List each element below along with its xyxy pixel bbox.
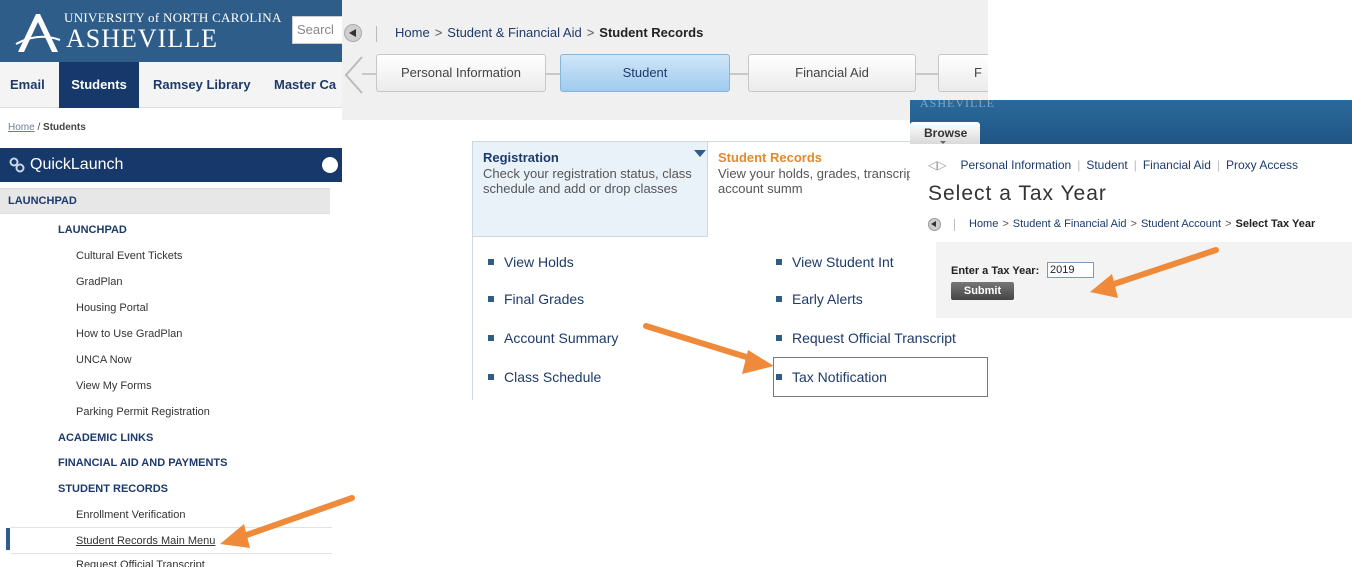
link-unca-now[interactable]: UNCA Now bbox=[76, 354, 132, 366]
nav-master-calendar[interactable]: Master Ca bbox=[274, 62, 336, 108]
header-logo-ghost: ASHEVILLE bbox=[920, 100, 995, 110]
breadcrumb-current: Student Records bbox=[599, 25, 704, 40]
portal-panel: UNIVERSITY of NORTH CAROLINA ASHEVILLE S… bbox=[0, 0, 342, 567]
tab-student[interactable]: Student bbox=[560, 54, 730, 92]
portal-banner: UNIVERSITY of NORTH CAROLINA ASHEVILLE S… bbox=[0, 0, 342, 62]
breadcrumb-student-financial-aid[interactable]: Student & Financial Aid bbox=[447, 25, 581, 40]
link-housing-portal[interactable]: Housing Portal bbox=[76, 302, 148, 314]
logo-line2: ASHEVILLE bbox=[66, 24, 218, 53]
search-input[interactable]: Searcl bbox=[292, 16, 342, 44]
menu-final-grades[interactable]: Final Grades bbox=[474, 291, 584, 307]
breadcrumb-home-link[interactable]: Home bbox=[969, 218, 998, 230]
tab-arrows-icon[interactable]: ◁▷ bbox=[928, 158, 946, 172]
records-breadcrumb: Home > Student & Financial Aid > Student Rec… bbox=[395, 25, 703, 40]
browse-button[interactable]: Browse bbox=[910, 122, 980, 144]
menu-view-student-info[interactable]: View Student Int bbox=[762, 254, 894, 270]
tab-link-personal-information[interactable]: Personal Information bbox=[960, 158, 1071, 172]
tab-financial-aid[interactable]: Financial Aid bbox=[748, 54, 916, 92]
link-student-records-main-menu[interactable]: Student Records Main Menu bbox=[76, 535, 215, 547]
breadcrumb-home-link[interactable]: Home bbox=[8, 122, 35, 133]
quicklaunch-title: QuickLaunch bbox=[30, 156, 124, 173]
row-divider bbox=[10, 527, 332, 528]
registration-desc: Check your registration status, class sc… bbox=[483, 166, 692, 196]
tax-year-form: Enter a Tax Year: Submit bbox=[936, 242, 1352, 318]
menu-early-alerts[interactable]: Early Alerts bbox=[762, 291, 863, 307]
portal-breadcrumb: Home / Students bbox=[8, 122, 86, 133]
nav-ramsey-library[interactable]: Ramsey Library bbox=[153, 62, 251, 108]
submit-button[interactable]: Submit bbox=[951, 282, 1014, 300]
link-request-official-transcript[interactable]: Request Official Transcript bbox=[76, 559, 205, 567]
logo-mark-icon bbox=[15, 14, 61, 52]
launchpad-header[interactable]: LAUNCHPAD bbox=[0, 188, 330, 214]
section-financial-aid[interactable]: FINANCIAL AID AND PAYMENTS bbox=[58, 457, 228, 469]
tax-breadcrumb: Home > Student & Financial Aid > Student Acc… bbox=[969, 218, 1315, 230]
page-title: Select a Tax Year bbox=[928, 182, 1107, 205]
breadcrumb-student-account[interactable]: Student Account bbox=[1141, 218, 1221, 230]
breadcrumb-separator: > bbox=[434, 25, 443, 40]
menu-account-summary[interactable]: Account Summary bbox=[474, 330, 618, 346]
tab-personal-information[interactable]: Personal Information bbox=[376, 54, 546, 92]
breadcrumb-separator: > bbox=[1225, 218, 1232, 230]
portal-nav: Email Students Ramsey Library Master Ca bbox=[0, 62, 342, 108]
breadcrumb-divider bbox=[954, 219, 955, 231]
back-arrow-icon[interactable] bbox=[928, 218, 941, 231]
breadcrumb-separator: > bbox=[1002, 218, 1009, 230]
link-chain-icon bbox=[9, 157, 25, 173]
menu-class-schedule[interactable]: Class Schedule bbox=[474, 369, 601, 385]
nav-email[interactable]: Email bbox=[10, 62, 45, 108]
breadcrumb-student-financial-aid[interactable]: Student & Financial Aid bbox=[1013, 218, 1127, 230]
tax-year-input[interactable] bbox=[1047, 262, 1094, 278]
breadcrumb-home-link[interactable]: Home bbox=[395, 25, 430, 40]
breadcrumb-current: Select Tax Year bbox=[1235, 218, 1316, 230]
link-gradplan[interactable]: GradPlan bbox=[76, 276, 122, 288]
breadcrumb-current: Students bbox=[43, 122, 86, 133]
tab-link-student[interactable]: Student bbox=[1086, 158, 1127, 172]
registration-card[interactable]: Registration Check your registration sta… bbox=[472, 141, 708, 237]
link-how-to-use-gradplan[interactable]: How to Use GradPlan bbox=[76, 328, 182, 340]
selected-row-marker bbox=[6, 528, 10, 550]
chevron-down-icon[interactable] bbox=[694, 150, 706, 157]
tab-link-financial-aid[interactable]: Financial Aid bbox=[1143, 158, 1211, 172]
tab-proxy-access[interactable]: F bbox=[938, 54, 988, 92]
breadcrumb-separator: / bbox=[34, 122, 44, 133]
breadcrumb-separator: > bbox=[586, 25, 595, 40]
tab-scroll-left-icon[interactable] bbox=[342, 55, 364, 95]
row-divider bbox=[10, 553, 332, 554]
link-cultural-event-tickets[interactable]: Cultural Event Tickets bbox=[76, 250, 182, 262]
menu-request-official-transcript[interactable]: Request Official Transcript bbox=[762, 330, 956, 346]
section-academic-links[interactable]: ACADEMIC LINKS bbox=[58, 432, 153, 444]
tab-link-proxy-access[interactable]: Proxy Access bbox=[1226, 158, 1298, 172]
student-records-panel: Home > Student & Financial Aid > Student Rec… bbox=[342, 0, 988, 400]
breadcrumb-divider bbox=[376, 26, 377, 42]
link-view-my-forms[interactable]: View My Forms bbox=[76, 380, 152, 392]
link-parking-permit[interactable]: Parking Permit Registration bbox=[76, 406, 210, 418]
registration-title: Registration bbox=[483, 150, 559, 165]
tax-year-label: Enter a Tax Year: bbox=[951, 265, 1040, 277]
quicklaunch-toggle-icon[interactable] bbox=[322, 157, 338, 173]
menu-tax-notification[interactable]: Tax Notification bbox=[762, 369, 887, 385]
tax-tab-links: ◁▷ Personal Information | Student | Financial… bbox=[928, 158, 1299, 172]
nav-students[interactable]: Students bbox=[59, 62, 139, 108]
quicklaunch-bar: QuickLaunch bbox=[0, 148, 342, 182]
unca-logo[interactable]: UNIVERSITY of NORTH CAROLINA ASHEVILLE bbox=[14, 6, 284, 56]
link-enrollment-verification[interactable]: Enrollment Verification bbox=[76, 509, 185, 521]
breadcrumb-separator: > bbox=[1130, 218, 1137, 230]
section-student-records[interactable]: STUDENT RECORDS bbox=[58, 483, 168, 495]
tax-year-panel: ASHEVILLE Browse ◁▷ Personal Information |… bbox=[910, 100, 1352, 318]
back-arrow-icon[interactable] bbox=[344, 24, 362, 42]
section-launchpad[interactable]: LAUNCHPAD bbox=[58, 224, 127, 236]
menu-view-holds[interactable]: View Holds bbox=[474, 254, 574, 270]
